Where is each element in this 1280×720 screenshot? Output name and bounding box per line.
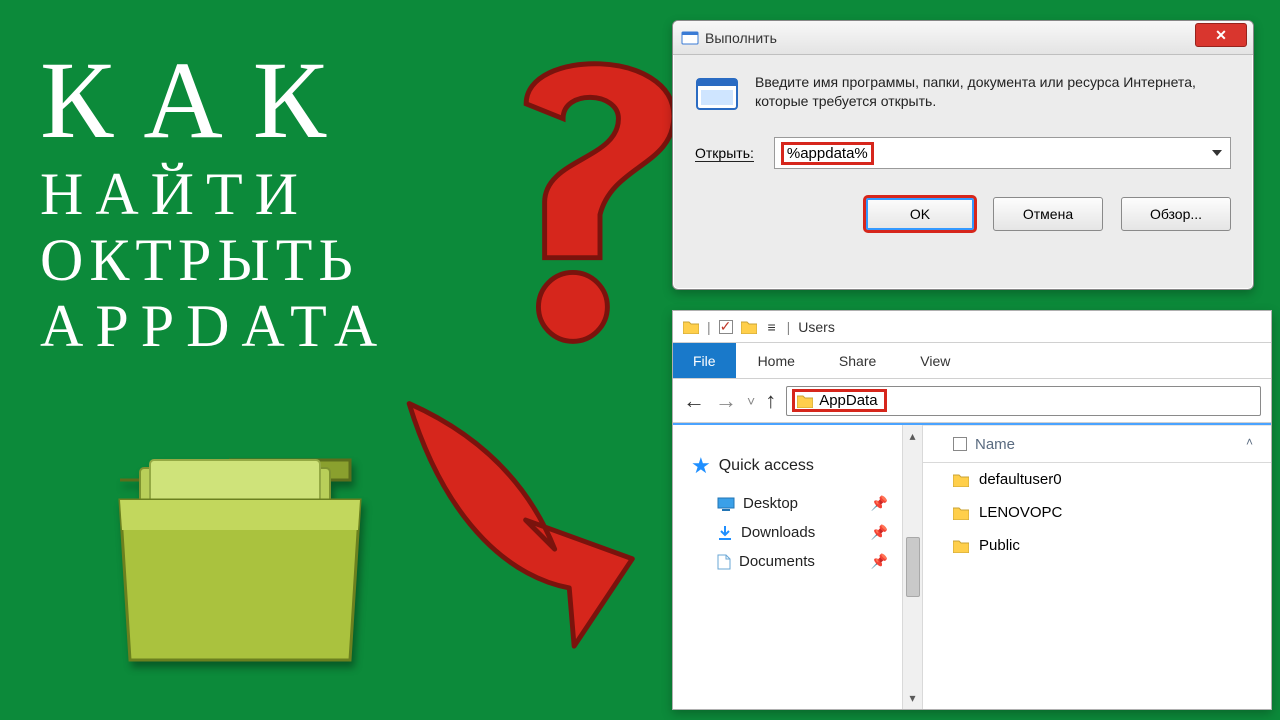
table-row[interactable]: LENOVOPC (923, 496, 1271, 529)
run-dialog: Выполнить ✕ Введите имя программы, папки… (672, 20, 1254, 290)
nav-up-icon[interactable]: ↑ (765, 388, 776, 414)
window-folder-icon (683, 320, 699, 334)
star-icon: ★ (691, 453, 711, 479)
column-name: Name (975, 436, 1015, 453)
headline-word-2: НАЙТИ (40, 161, 389, 227)
folder-icon (741, 320, 757, 334)
run-title-icon (681, 29, 699, 47)
tab-home[interactable]: Home (736, 343, 817, 378)
explorer-ribbon: File Home Share View (673, 343, 1271, 379)
quick-access-header[interactable]: ★ Quick access (691, 453, 892, 479)
quickaccess-checkbox-icon[interactable] (719, 320, 733, 334)
run-app-icon (695, 73, 739, 117)
address-folder-icon (797, 394, 813, 408)
run-instruction: Введите имя программы, папки, документа … (755, 73, 1231, 117)
explorer-window: | ≡ | Users File Home Share View ← → ˅ ↑… (672, 310, 1272, 710)
customize-toolbar-icon[interactable]: ≡ (765, 319, 779, 335)
explorer-content: ▴ ▾ Name ˄ defaultuser0 LENOVOPC (903, 425, 1271, 709)
folder-icon (953, 506, 969, 520)
folder-icon (953, 473, 969, 487)
downloads-icon (717, 525, 733, 541)
sort-indicator-icon: ˄ (1246, 435, 1253, 449)
close-button[interactable]: ✕ (1195, 23, 1247, 47)
folder-illustration (100, 420, 380, 680)
run-open-label: Открыть: (695, 145, 754, 162)
folder-icon (953, 539, 969, 553)
explorer-navbar: ← → ˅ ↑ AppData (673, 379, 1271, 423)
address-bar[interactable]: AppData (786, 386, 1261, 416)
run-title-text: Выполнить (705, 30, 777, 46)
address-highlight: AppData (795, 392, 883, 409)
table-row[interactable]: defaultuser0 (923, 463, 1271, 496)
arrow-icon (380, 380, 710, 660)
run-open-combo[interactable]: %appdata% (774, 137, 1231, 169)
documents-icon (717, 554, 731, 570)
pin-icon: 📌 (871, 524, 888, 541)
headline-word-3: ОКТРЫТЬ (40, 227, 389, 293)
select-all-checkbox[interactable] (953, 437, 967, 451)
sidebar-item-documents[interactable]: Documents 📌 (691, 547, 892, 576)
scrollbar[interactable]: ▴ ▾ (903, 425, 923, 709)
nav-back-icon[interactable]: ← (683, 388, 705, 414)
desktop-icon (717, 497, 735, 511)
nav-forward-icon[interactable]: → (715, 388, 737, 414)
explorer-titlebar[interactable]: | ≡ | Users (673, 311, 1271, 343)
scroll-thumb[interactable] (906, 537, 920, 597)
run-titlebar[interactable]: Выполнить ✕ (673, 21, 1253, 55)
column-header[interactable]: Name ˄ (923, 425, 1271, 463)
pin-icon: 📌 (871, 495, 888, 512)
address-text: AppData (819, 392, 877, 409)
headline: КАК НАЙТИ ОКТРЫТЬ APPDATA (40, 40, 389, 359)
sidebar-item-downloads[interactable]: Downloads 📌 (691, 518, 892, 547)
tab-file[interactable]: File (673, 343, 736, 378)
table-row[interactable]: Public (923, 529, 1271, 562)
scroll-up-icon[interactable]: ▴ (909, 429, 915, 443)
explorer-nav-pane: ★ Quick access Desktop 📌 Downloads 📌 (673, 425, 903, 709)
run-open-value: %appdata% (783, 144, 872, 163)
cancel-button[interactable]: Отмена (993, 197, 1103, 231)
pin-icon: 📌 (871, 553, 888, 570)
headline-word-4: APPDATA (40, 293, 389, 359)
headline-word-1: КАК (40, 40, 389, 161)
tab-view[interactable]: View (898, 343, 972, 378)
ok-button[interactable]: OK (865, 197, 975, 231)
sidebar-item-desktop[interactable]: Desktop 📌 (691, 489, 892, 518)
browse-button[interactable]: Обзор... (1121, 197, 1231, 231)
nav-history-icon[interactable]: ˅ (747, 393, 755, 409)
explorer-title: Users (798, 319, 835, 335)
tab-share[interactable]: Share (817, 343, 898, 378)
dropdown-caret-icon (1212, 150, 1222, 156)
scroll-down-icon[interactable]: ▾ (909, 691, 915, 705)
